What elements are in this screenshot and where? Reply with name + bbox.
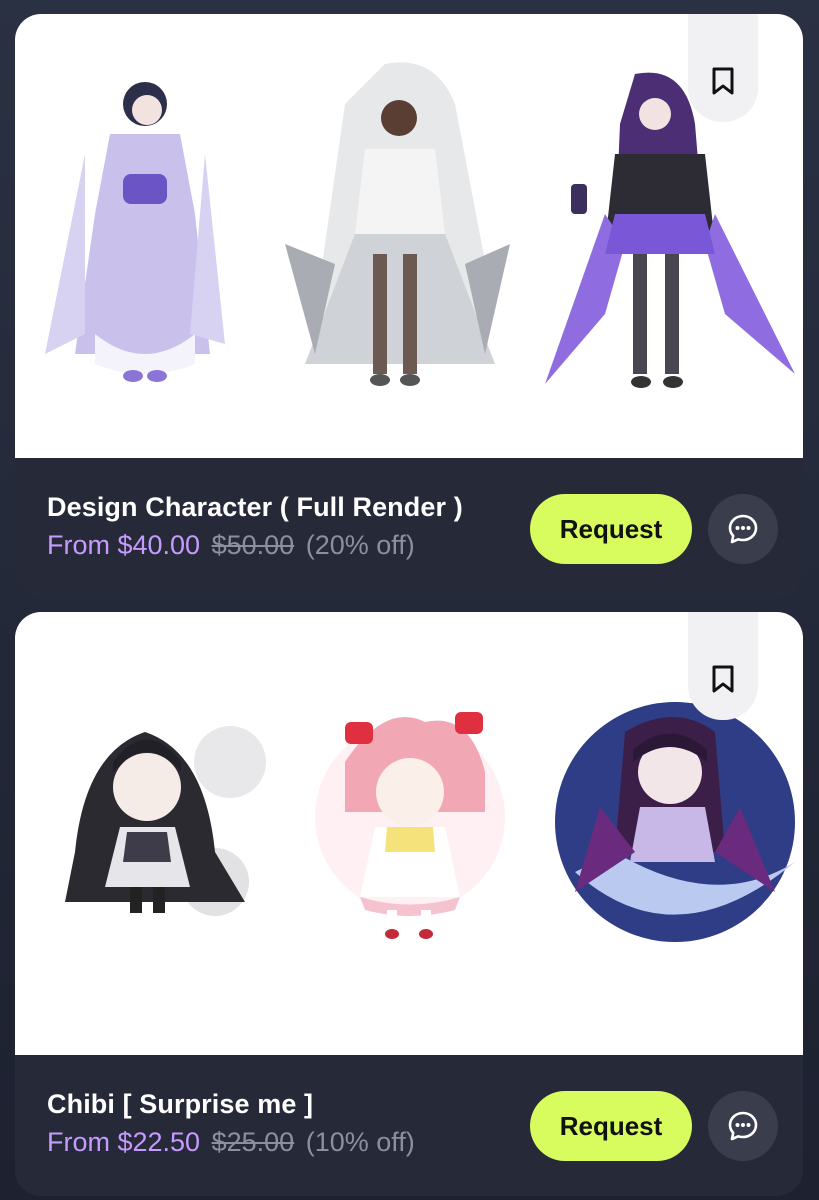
chat-bubble-icon	[728, 1111, 758, 1141]
listing-artwork	[65, 702, 795, 942]
current-price: From $40.00	[47, 530, 201, 560]
listing-gallery[interactable]	[15, 612, 803, 1055]
listing-card[interactable]: Design Character ( Full Render ) From $4…	[15, 14, 803, 598]
chat-button[interactable]	[708, 494, 778, 564]
white-veil-gown-character	[285, 62, 510, 386]
chat-button[interactable]	[708, 1091, 778, 1161]
discount-label: (20% off)	[305, 530, 415, 560]
request-button[interactable]: Request	[530, 1091, 692, 1161]
listing-artwork	[45, 62, 795, 388]
bookmark-button[interactable]	[688, 612, 758, 720]
lavender-kimono-character	[45, 82, 225, 382]
black-haired-chibi	[65, 726, 266, 916]
bookmark-icon	[712, 665, 734, 693]
bookmark-icon	[712, 67, 734, 95]
pink-haired-chibi	[315, 712, 505, 939]
purple-haired-lantern-character	[545, 72, 795, 388]
chat-bubble-icon	[728, 514, 758, 544]
bookmark-button[interactable]	[688, 14, 758, 122]
listing-info: Design Character ( Full Render ) From $4…	[15, 458, 803, 598]
original-price: $25.00	[211, 1127, 295, 1157]
original-price: $50.00	[211, 530, 295, 560]
request-button[interactable]: Request	[530, 494, 692, 564]
listing-info: Chibi [ Surprise me ] From $22.50 $25.00…	[15, 1055, 803, 1196]
discount-label: (10% off)	[305, 1127, 415, 1157]
listing-gallery[interactable]	[15, 14, 803, 458]
listing-card[interactable]: Chibi [ Surprise me ] From $22.50 $25.00…	[15, 612, 803, 1196]
current-price: From $22.50	[47, 1127, 201, 1157]
moon-crescent-chibi	[555, 702, 795, 942]
